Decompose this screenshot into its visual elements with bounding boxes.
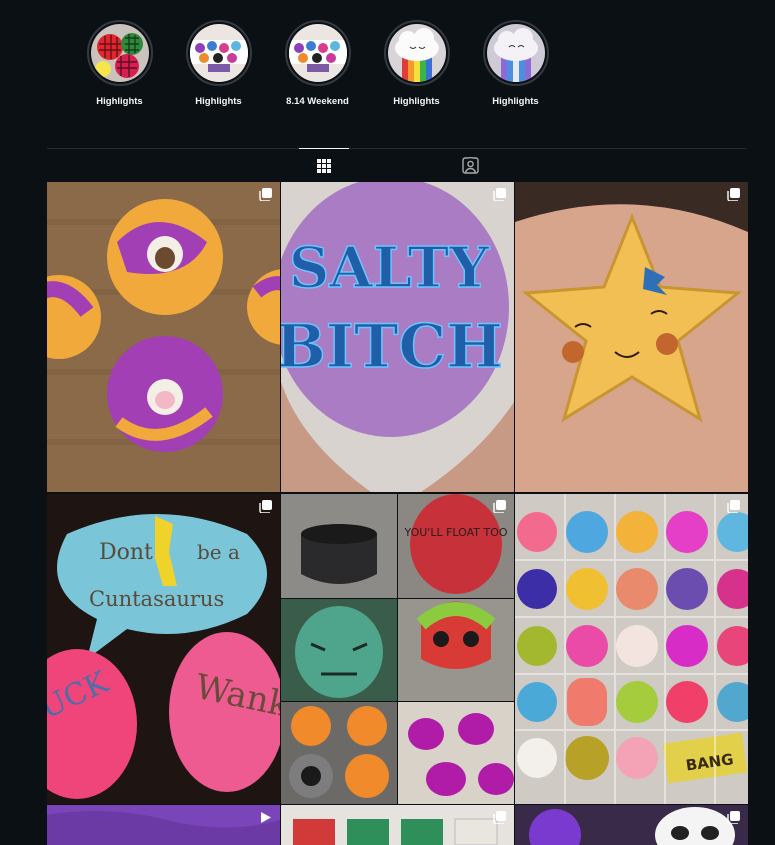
post-thumbnail[interactable]: SALTY BITCH (281, 182, 514, 492)
post-image-assorted-bath-bombs: BANG (515, 494, 748, 804)
carousel-icon (727, 811, 740, 824)
post-overlay-text: Dont (99, 540, 153, 565)
post-overlay-text: YOU'LL FLOAT TOO (403, 526, 507, 539)
highlight-ring (284, 20, 351, 86)
post-image-purple (47, 805, 280, 845)
story-highlights: Highlights Highlights 8.14 Weekend Highl… (70, 20, 565, 107)
carousel-icon (493, 188, 506, 201)
highlight-cover-colorful-bath-bombs (189, 24, 248, 82)
post-overlay-text: Cuntasaurus (89, 587, 224, 611)
highlight-label: Highlights (492, 96, 539, 107)
highlight-cover-rainbow-cloud (486, 24, 545, 82)
highlight-ring (482, 20, 549, 86)
carousel-icon (727, 500, 740, 513)
post-image-panda-bath-bombs (515, 805, 748, 845)
carousel-icon (259, 500, 272, 513)
post-image-star-bath-bomb (515, 182, 748, 492)
highlight-ring (185, 20, 252, 86)
highlight-item[interactable]: Highlights (466, 20, 565, 107)
post-overlay-text: BITCH (281, 312, 503, 382)
highlight-label: Highlights (393, 96, 440, 107)
post-thumbnail[interactable] (281, 805, 514, 845)
highlight-label: 8.14 Weekend (286, 96, 349, 107)
highlight-item[interactable]: Highlights (169, 20, 268, 107)
post-overlay-text: be a (197, 540, 240, 564)
post-thumbnail[interactable]: YOU'LL FLOAT TOO (281, 494, 514, 804)
posts-grid-row (47, 805, 748, 845)
carousel-icon (727, 188, 740, 201)
grid-icon (317, 158, 331, 173)
carousel-icon (493, 500, 506, 513)
tagged-person-icon (461, 157, 479, 174)
highlight-ring (383, 20, 450, 86)
tab-tagged[interactable] (445, 149, 495, 182)
post-thumbnail[interactable]: Dont be a Cuntasaurus UCK Wank (47, 494, 280, 804)
post-thumbnail[interactable] (515, 182, 748, 492)
post-image-halloween-collage: YOU'LL FLOAT TOO (281, 494, 514, 804)
highlight-item[interactable]: 8.14 Weekend (268, 20, 367, 107)
reel-icon (261, 812, 271, 823)
post-image-advent-calendar (281, 805, 514, 845)
highlight-ring (86, 20, 153, 86)
post-image-salty-bath-bomb: SALTY BITCH (281, 182, 514, 492)
post-overlay-text: SALTY (289, 235, 490, 301)
posts-grid: SALTY BITCH Dont be a Cuntasaurus UCK Wa… (47, 182, 748, 804)
profile-tabs (47, 148, 747, 183)
post-thumbnail[interactable] (47, 805, 280, 845)
highlight-cover-colorful-bath-bombs (288, 24, 347, 82)
highlight-label: Highlights (195, 96, 242, 107)
post-image-speech-bubble-bath-bombs: Dont be a Cuntasaurus UCK Wank (47, 494, 280, 804)
highlight-item[interactable]: Highlights (367, 20, 466, 107)
highlight-cover-checkered-bath-bombs (90, 24, 149, 82)
post-image-swirl-bath-bombs (47, 182, 280, 492)
post-thumbnail[interactable] (47, 182, 280, 492)
carousel-icon (493, 811, 506, 824)
highlight-item[interactable]: Highlights (70, 20, 169, 107)
highlight-cover-rainbow-cloud (387, 24, 446, 82)
post-thumbnail[interactable] (515, 805, 748, 845)
tab-posts[interactable] (299, 148, 349, 182)
carousel-icon (259, 188, 272, 201)
post-thumbnail[interactable]: BANG (515, 494, 748, 804)
highlight-label: Highlights (96, 96, 143, 107)
